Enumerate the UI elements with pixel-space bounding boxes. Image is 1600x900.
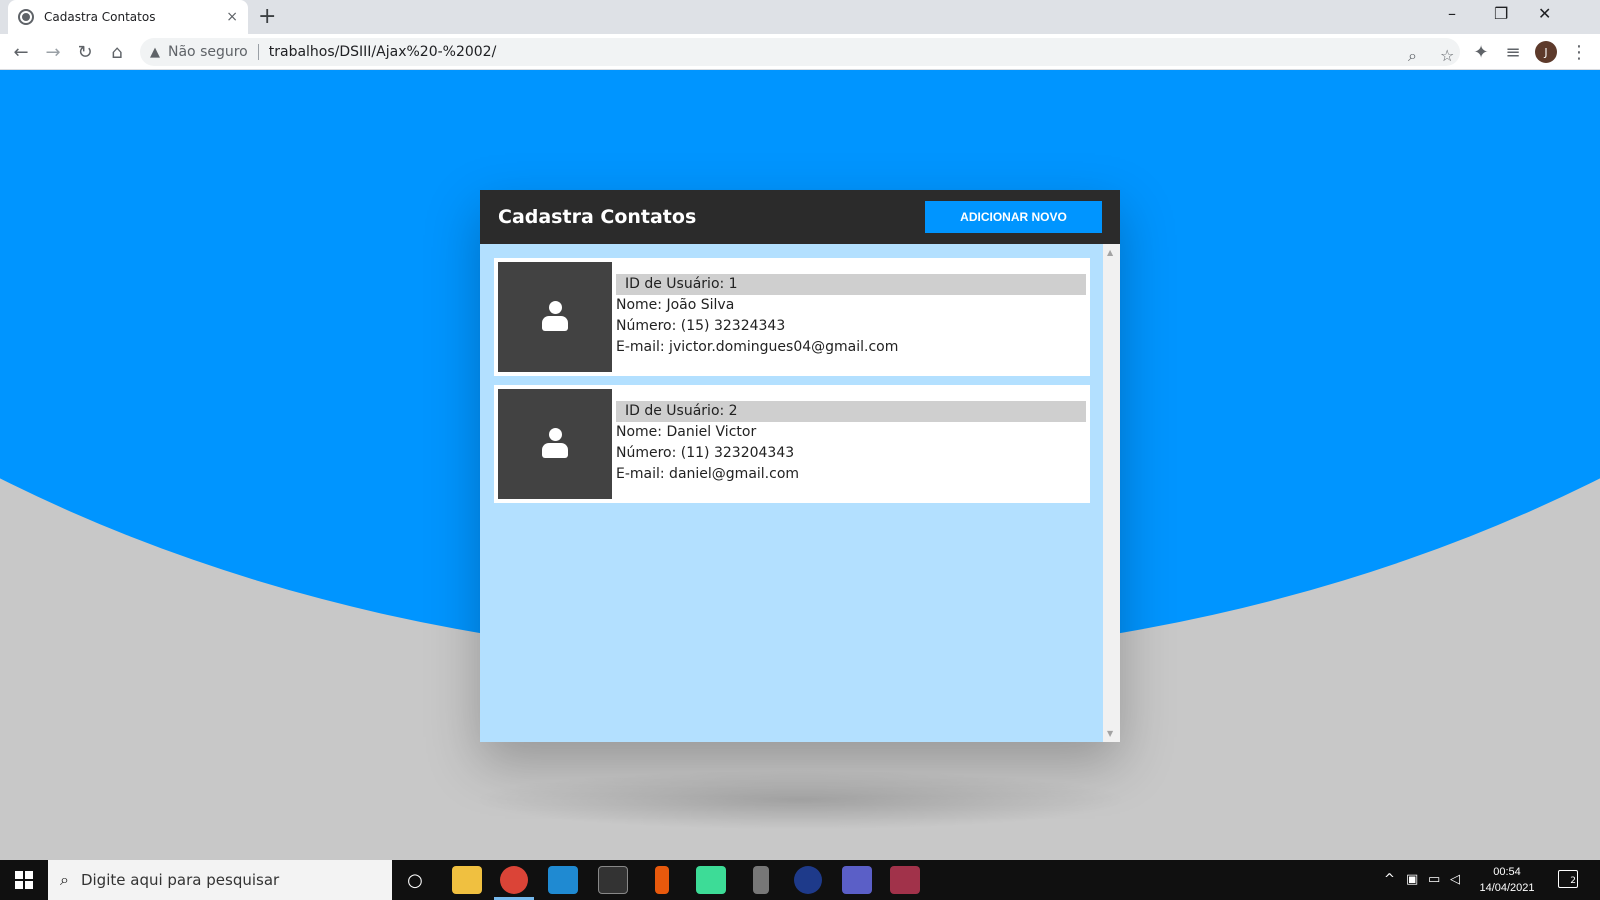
user-icon (541, 301, 569, 333)
new-tab-button[interactable]: + (258, 5, 276, 29)
windows-taskbar: ⌕ Digite aqui para pesquisar ○ ^ ▣ ▭ ◁ 0… (0, 860, 1600, 900)
browser-tab-bar: Cadastra Contatos × + – ❐ ✕ (0, 0, 1600, 34)
url-text[interactable]: trabalhos/DSIII/Ajax%20-%2002/ (269, 44, 497, 60)
clock-time: 00:54 (1493, 866, 1521, 878)
zoom-icon[interactable]: ⌕ (1408, 46, 1417, 66)
warning-icon: ▲ (150, 44, 160, 60)
search-icon: ⌕ (60, 870, 69, 889)
menu-dots-icon[interactable]: ⋮ (1567, 40, 1591, 64)
browser-icon[interactable] (794, 866, 822, 894)
contact-id: ID de Usuário: 2 (616, 401, 1086, 422)
taskbar-search[interactable]: ⌕ Digite aqui para pesquisar (48, 860, 392, 900)
contact-name: Nome: João Silva (616, 297, 735, 313)
home-icon[interactable]: ⌂ (105, 40, 129, 64)
media-control-icon[interactable]: ≡ (1501, 40, 1525, 64)
page-viewport: ID de Usuário: 1 Nome: João Silva Número… (0, 70, 1600, 860)
file-explorer-icon[interactable] (452, 866, 482, 894)
contact-id: ID de Usuário: 1 (616, 274, 1086, 295)
notification-count: 2 (1570, 876, 1576, 886)
browser-toolbar: ← → ↻ ⌂ ▲ Não seguro trabalhos/DSIII/Aja… (0, 34, 1600, 70)
close-window-button[interactable]: ✕ (1538, 4, 1551, 23)
contact-card[interactable]: ID de Usuário: 1 Nome: João Silva Número… (494, 258, 1090, 376)
taskbar-clock[interactable]: 00:54 14/04/2021 (1468, 864, 1546, 896)
minimize-button[interactable]: – (1448, 4, 1456, 23)
terminal-icon[interactable] (598, 866, 628, 894)
browser-tab[interactable]: Cadastra Contatos × (8, 0, 248, 34)
volume-icon[interactable]: ◁ (1450, 872, 1460, 887)
list-scrollbar[interactable]: ▲ ▼ (1103, 244, 1120, 742)
address-bar[interactable]: ▲ Não seguro trabalhos/DSIII/Ajax%20-%20… (140, 38, 1460, 66)
card-header: Cadastra Contatos ADICIONAR NOVO (480, 190, 1120, 244)
page-title: Cadastra Contatos (498, 206, 697, 228)
user-icon (541, 428, 569, 460)
windows-logo-icon (15, 871, 33, 889)
extensions-icon[interactable]: ✦ (1469, 40, 1493, 64)
reload-icon[interactable]: ↻ (73, 40, 97, 64)
recorder-icon[interactable] (753, 866, 769, 894)
contact-name: Nome: Daniel Victor (616, 424, 757, 440)
tab-title: Cadastra Contatos (44, 10, 156, 24)
contacts-list[interactable]: ID de Usuário: 1 Nome: João Silva Número… (480, 244, 1103, 742)
add-new-button[interactable]: ADICIONAR NOVO (925, 201, 1102, 233)
security-label[interactable]: Não seguro (168, 44, 248, 60)
address-separator (257, 44, 259, 60)
bookmark-star-icon[interactable]: ☆ (1440, 46, 1454, 65)
profile-avatar[interactable]: J (1535, 41, 1557, 63)
microphone-icon[interactable] (655, 866, 669, 894)
contacts-card: ID de Usuário: 1 Nome: João Silva Número… (480, 190, 1120, 742)
contact-email: E-mail: daniel@gmail.com (616, 466, 800, 482)
contact-photo (498, 262, 612, 372)
notification-icon[interactable]: 2 (1558, 870, 1578, 888)
contact-email: E-mail: jvictor.domingues04@gmail.com (616, 339, 899, 355)
contact-card[interactable]: ID de Usuário: 2 Nome: Daniel Victor Núm… (494, 385, 1090, 503)
network-icon[interactable]: ▭ (1428, 872, 1440, 887)
start-button[interactable] (0, 860, 48, 900)
contact-number: Número: (15) 32324343 (616, 318, 786, 334)
restore-button[interactable]: ❐ (1494, 4, 1508, 23)
tray-chevron-icon[interactable]: ^ (1384, 872, 1395, 887)
scroll-up-arrow-icon[interactable]: ▲ (1107, 248, 1113, 257)
scroll-down-arrow-icon[interactable]: ▼ (1107, 729, 1113, 738)
contact-photo (498, 389, 612, 499)
contact-info: ID de Usuário: 1 Nome: João Silva Número… (616, 274, 1086, 358)
clock-date: 14/04/2021 (1479, 882, 1535, 894)
globe-icon (18, 9, 34, 25)
forward-arrow-icon[interactable]: → (41, 40, 65, 64)
card-shadow (470, 770, 1130, 830)
winrar-icon[interactable] (890, 866, 920, 894)
chat-app-icon[interactable] (696, 866, 726, 894)
meet-now-icon[interactable]: ▣ (1406, 872, 1418, 887)
tab-close-icon[interactable]: × (226, 9, 238, 25)
chrome-icon[interactable] (500, 866, 528, 894)
contact-info: ID de Usuário: 2 Nome: Daniel Victor Núm… (616, 401, 1086, 485)
contact-number: Número: (11) 323204343 (616, 445, 795, 461)
cortana-icon[interactable]: ○ (400, 866, 430, 894)
teams-icon[interactable] (842, 866, 872, 894)
vscode-icon[interactable] (548, 866, 578, 894)
back-arrow-icon[interactable]: ← (9, 40, 33, 64)
search-placeholder: Digite aqui para pesquisar (80, 871, 280, 889)
